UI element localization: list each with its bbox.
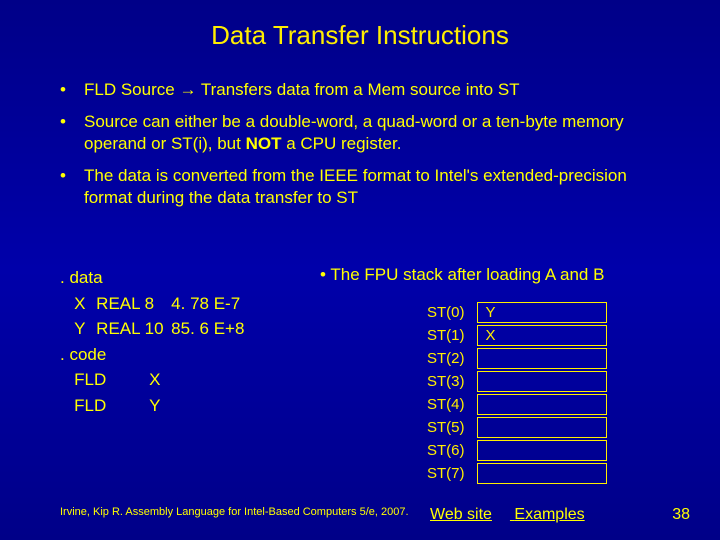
stack-cell <box>477 463 607 484</box>
type: REAL 8 <box>96 291 171 317</box>
text-bold: NOT <box>246 134 282 153</box>
text: FLD Source <box>84 80 179 99</box>
footer-links: Web site Examples <box>430 506 603 524</box>
table-row: ST(4) <box>427 394 607 415</box>
code-line: FLDX <box>60 367 244 393</box>
val: 4. 78 E-7 <box>171 294 240 313</box>
table-row: ST(3) <box>427 371 607 392</box>
website-link[interactable]: Web site <box>430 506 492 523</box>
stack-cell <box>477 371 607 392</box>
var: Y <box>74 316 96 342</box>
stack-caption: • The FPU stack after loading A and B <box>320 265 604 285</box>
bullet-dot: • <box>60 165 84 209</box>
op: FLD <box>74 367 149 393</box>
stack-cell <box>477 417 607 438</box>
examples-link[interactable]: Examples <box>514 506 584 523</box>
bullet-dot: • <box>60 111 84 155</box>
bullet-3: • The data is converted from the IEEE fo… <box>60 165 670 209</box>
stack-cell <box>477 394 607 415</box>
bullet-list: • FLD Source → Transfers data from a Mem… <box>0 79 720 209</box>
text: Transfers data from a Mem source into ST <box>196 80 519 99</box>
arrow-icon: → <box>179 80 196 99</box>
text: a CPU register. <box>281 134 401 153</box>
stack-label: ST(0) <box>427 302 475 323</box>
footer: Irvine, Kip R. Assembly Language for Int… <box>60 506 690 518</box>
stack-label: ST(7) <box>427 463 475 484</box>
stack-cell: Y <box>477 302 607 323</box>
code-block: . data XREAL 84. 78 E-7 YREAL 1085. 6 E+… <box>60 265 244 418</box>
page-number: 38 <box>672 506 690 524</box>
code-line: XREAL 84. 78 E-7 <box>60 291 244 317</box>
val: 85. 6 E+8 <box>171 319 244 338</box>
bullet-1: • FLD Source → Transfers data from a Mem… <box>60 79 670 101</box>
stack-body: ST(0)Y ST(1)X ST(2) ST(3) ST(4) ST(5) ST… <box>427 302 607 484</box>
code-line: YREAL 1085. 6 E+8 <box>60 316 244 342</box>
table-row: ST(7) <box>427 463 607 484</box>
op: FLD <box>74 393 149 419</box>
bullet-text: Source can either be a double-word, a qu… <box>84 111 670 155</box>
stack-label: ST(1) <box>427 325 475 346</box>
bullet-text: FLD Source → Transfers data from a Mem s… <box>84 79 520 101</box>
table-row: ST(6) <box>427 440 607 461</box>
stack-cell <box>477 440 607 461</box>
fpu-stack-table: ST(0)Y ST(1)X ST(2) ST(3) ST(4) ST(5) ST… <box>425 300 609 486</box>
var: X <box>74 291 96 317</box>
arg: X <box>149 370 160 389</box>
table-row: ST(0)Y <box>427 302 607 323</box>
bullet-text: The data is converted from the IEEE form… <box>84 165 670 209</box>
bullet-dot: • <box>60 79 84 101</box>
slide-title: Data Transfer Instructions <box>0 0 720 79</box>
code-line: . data <box>60 265 244 291</box>
citation: Irvine, Kip R. Assembly Language for Int… <box>60 506 409 518</box>
stack-label: ST(2) <box>427 348 475 369</box>
stack-label: ST(4) <box>427 394 475 415</box>
bullet-2: • Source can either be a double-word, a … <box>60 111 670 155</box>
table-row: ST(2) <box>427 348 607 369</box>
table-row: ST(1)X <box>427 325 607 346</box>
table-row: ST(5) <box>427 417 607 438</box>
stack-label: ST(3) <box>427 371 475 392</box>
code-line: . code <box>60 342 244 368</box>
stack-label: ST(6) <box>427 440 475 461</box>
stack-label: ST(5) <box>427 417 475 438</box>
code-line: FLDY <box>60 393 244 419</box>
type: REAL 10 <box>96 316 171 342</box>
stack-cell <box>477 348 607 369</box>
arg: Y <box>149 396 160 415</box>
stack-cell: X <box>477 325 607 346</box>
